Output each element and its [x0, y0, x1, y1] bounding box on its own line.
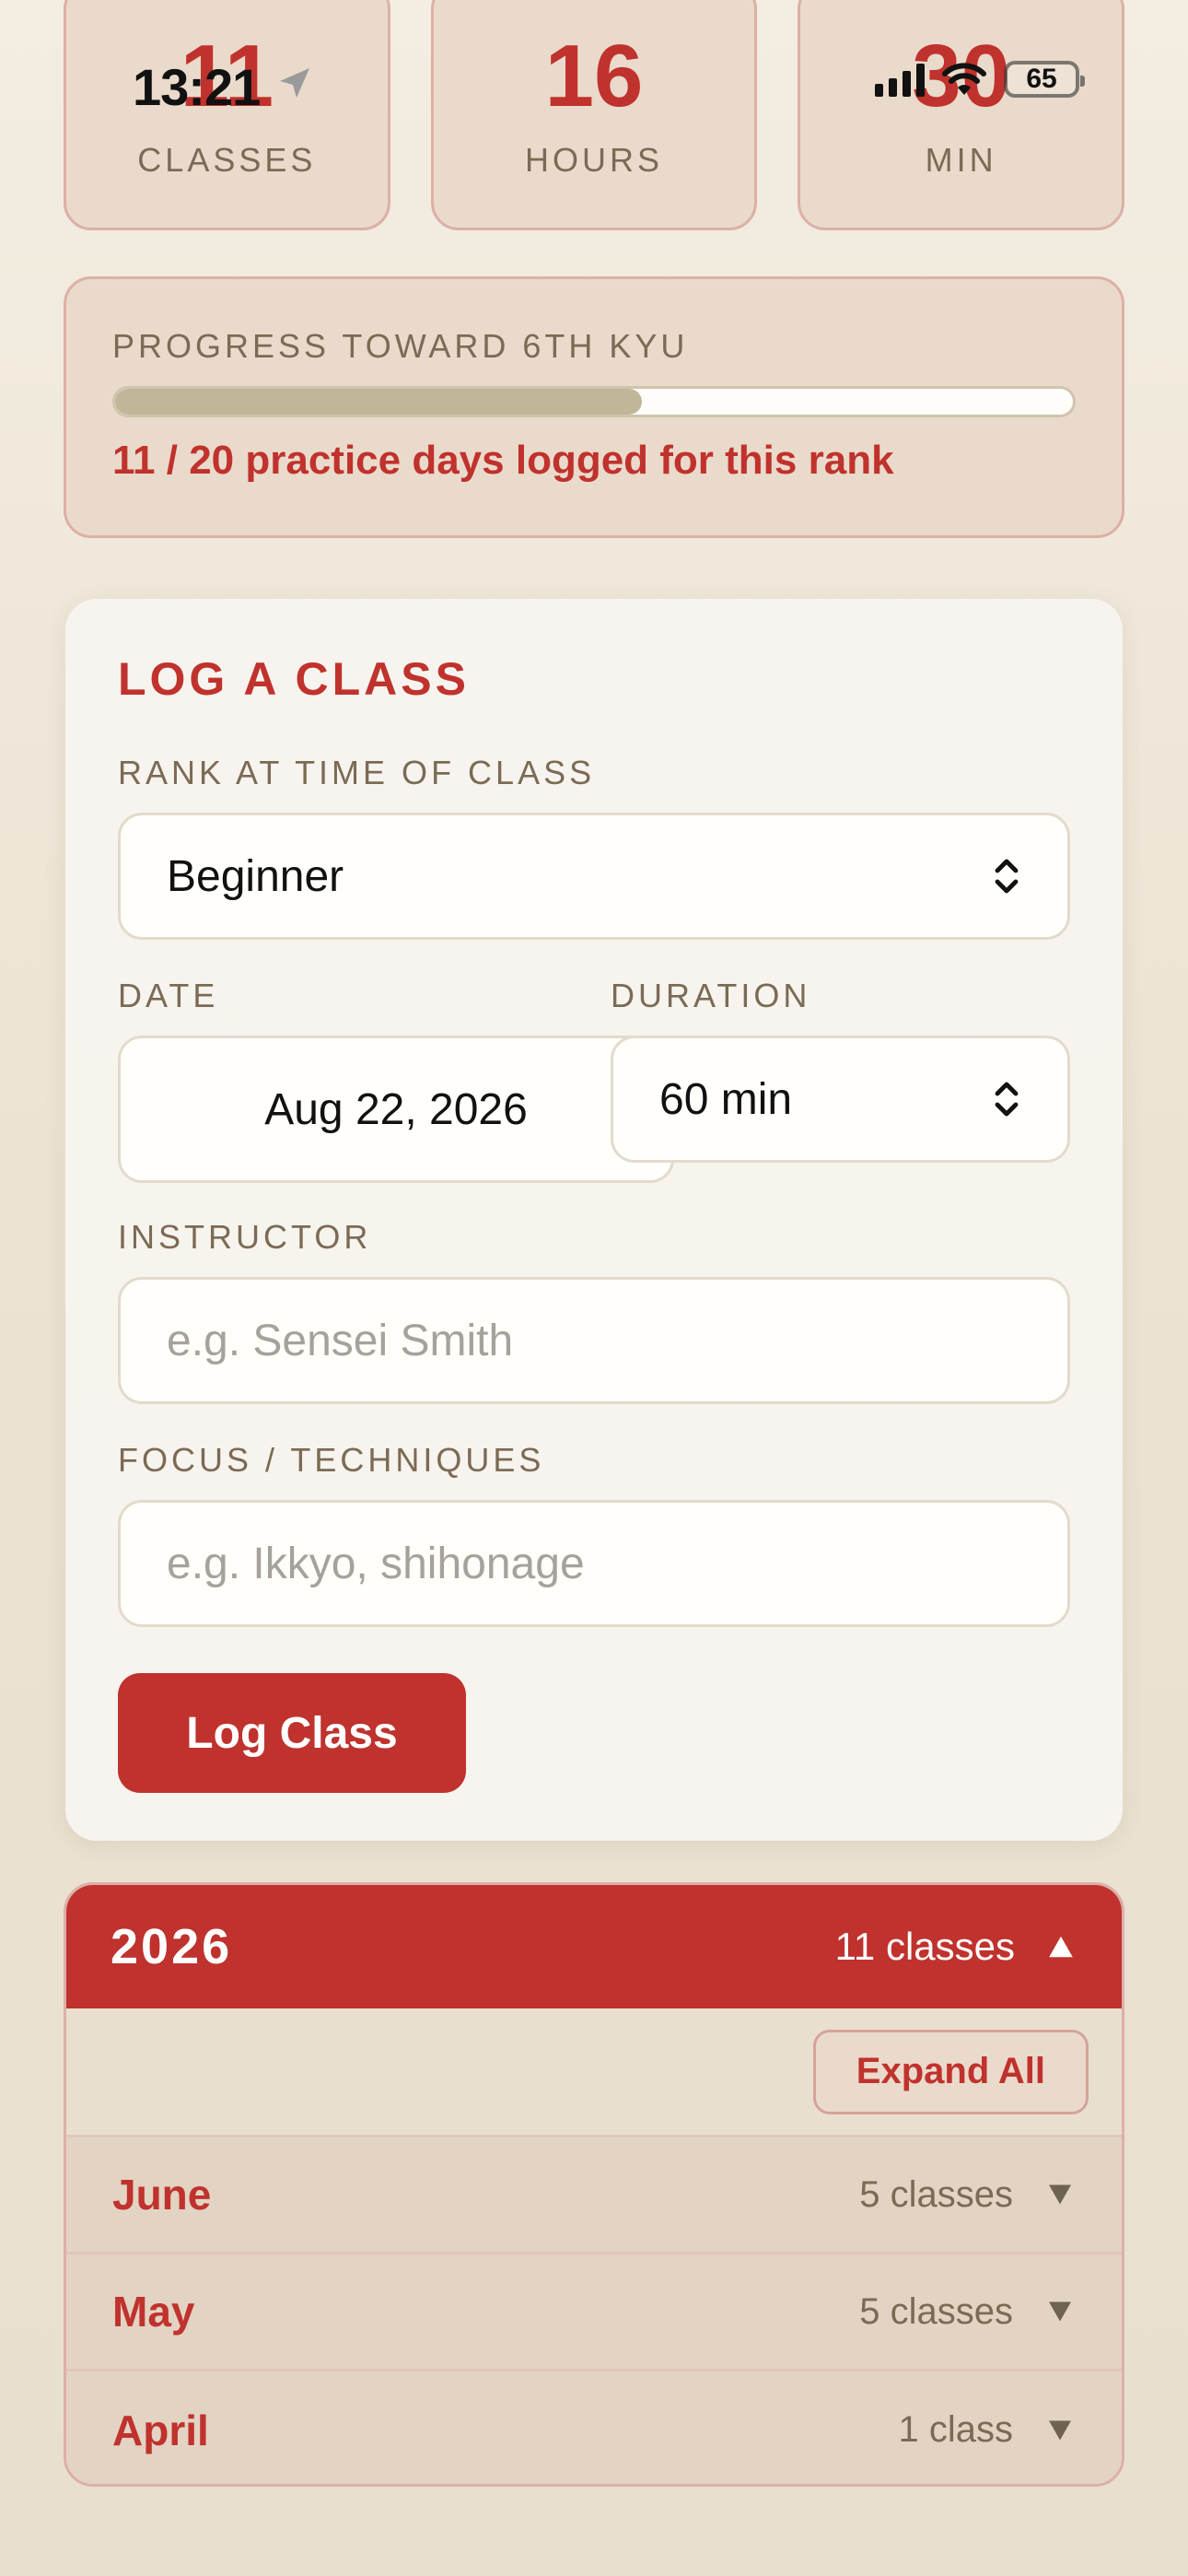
log-class-card: LOG A CLASS RANK AT TIME OF CLASS Beginn…	[65, 599, 1123, 1841]
year-title: 2026	[111, 1919, 233, 1974]
month-class-count: 5 classes	[859, 2290, 1013, 2332]
expand-all-row: Expand All	[66, 2008, 1122, 2137]
year-header-2026[interactable]: 2026 11 classes	[66, 1885, 1122, 2008]
year-class-count: 11 classes	[834, 1925, 1015, 1968]
focus-placeholder: e.g. Ikkyo, shihonage	[167, 1539, 585, 1588]
stat-minutes-value: 30	[912, 27, 1011, 125]
month-name: April	[112, 2406, 209, 2454]
instructor-input[interactable]: e.g. Sensei Smith	[118, 1277, 1070, 1404]
stats-row: 11 CLASSES 16 HOURS 30 MIN	[64, 0, 1125, 230]
progress-bar	[112, 386, 1076, 417]
focus-input[interactable]: e.g. Ikkyo, shihonage	[118, 1500, 1070, 1627]
stat-classes: 11 CLASSES	[64, 0, 390, 230]
duration-select-value: 60 min	[659, 1074, 793, 1124]
progress-text: 11 / 20 practice days logged for this ra…	[112, 438, 894, 483]
rank-select-value: Beginner	[167, 851, 344, 901]
month-class-count: 1 class	[898, 2409, 1014, 2450]
updown-chevron-icon	[995, 1082, 1019, 1117]
month-row-april[interactable]: April 1 class	[66, 2371, 1122, 2484]
stat-hours-value: 16	[544, 27, 644, 125]
log-class-title: LOG A CLASS	[118, 653, 470, 705]
stat-classes-value: 11	[180, 27, 274, 125]
stat-hours: 16 HOURS	[430, 0, 758, 230]
rank-progress-card: PROGRESS TOWARD 6TH KYU 11 / 20 practice…	[64, 276, 1124, 538]
focus-label: FOCUS / TECHNIQUES	[118, 1441, 545, 1479]
date-label: DATE	[118, 977, 219, 1014]
month-class-count: 5 classes	[859, 2173, 1013, 2215]
date-duration-labels: DATE DURATION	[118, 977, 1070, 1015]
month-row-may[interactable]: May 5 classes	[66, 2254, 1122, 2371]
duration-label: DURATION	[611, 977, 811, 1014]
duration-select[interactable]: 60 min	[611, 1036, 1070, 1163]
stat-classes-label: CLASSES	[137, 141, 317, 179]
instructor-placeholder: e.g. Sensei Smith	[167, 1316, 514, 1365]
expand-triangle-icon	[1049, 2301, 1071, 2322]
progress-label: PROGRESS TOWARD 6TH KYU	[112, 327, 689, 365]
month-row-june[interactable]: June 5 classes	[66, 2137, 1122, 2254]
expand-all-button[interactable]: Expand All	[812, 2029, 1089, 2114]
log-class-button[interactable]: Log Class	[118, 1673, 466, 1793]
instructor-label: INSTRUCTOR	[118, 1218, 372, 1256]
stat-hours-label: HOURS	[525, 141, 664, 179]
month-name: May	[112, 2288, 195, 2336]
rank-label: RANK AT TIME OF CLASS	[118, 754, 596, 791]
rank-select[interactable]: Beginner	[118, 813, 1070, 940]
updown-chevron-icon	[995, 859, 1019, 894]
date-picker-value: Aug 22, 2026	[264, 1084, 528, 1134]
date-picker[interactable]: Aug 22, 2026	[118, 1036, 674, 1183]
month-name: June	[112, 2171, 212, 2219]
expand-triangle-icon	[1049, 2184, 1071, 2205]
year-history-card: 2026 11 classes Expand All June 5 classe…	[64, 1882, 1124, 2487]
stat-minutes: 30 MIN	[798, 0, 1125, 230]
collapse-triangle-icon	[1049, 1936, 1073, 1958]
progress-bar-fill	[115, 389, 642, 415]
date-duration-row: Aug 22, 2026 60 min	[118, 1036, 1070, 1183]
stat-minutes-label: MIN	[925, 141, 997, 179]
expand-triangle-icon	[1049, 2420, 1071, 2440]
